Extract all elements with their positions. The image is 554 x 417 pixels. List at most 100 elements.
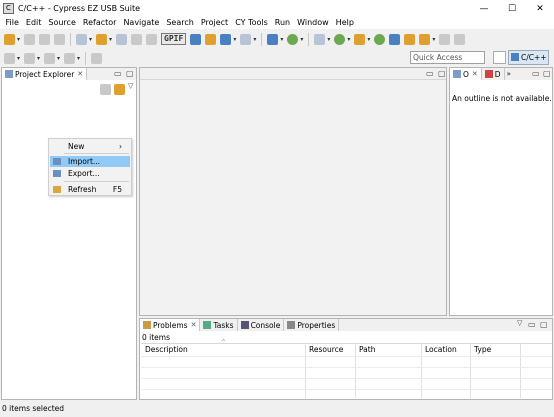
new-class-dropdown-icon[interactable]: ▾	[280, 36, 283, 43]
context-menu-export[interactable]: Export...	[50, 168, 130, 179]
pin-editor-icon[interactable]	[91, 52, 103, 64]
more-tabs-icon[interactable]: »	[507, 70, 511, 78]
maximize-view-icon[interactable]: ▢	[126, 69, 134, 79]
usb-config-icon[interactable]	[205, 33, 217, 45]
link-with-editor-icon[interactable]	[114, 84, 125, 95]
cypress-logo-icon[interactable]	[190, 33, 202, 45]
minimize-view-icon[interactable]: ▭	[426, 69, 434, 79]
tool-c-icon[interactable]	[404, 33, 416, 45]
project-explorer-header: Project Explorer ✕ ▭ ▢	[2, 68, 136, 80]
problems-table: Description ^ Resource Path Location Typ…	[141, 339, 552, 398]
menu-search[interactable]: Search	[163, 16, 197, 29]
menu-project[interactable]: Project	[197, 16, 231, 29]
hammer-dropdown-icon[interactable]: ▾	[109, 36, 112, 43]
new-class-icon[interactable]	[267, 33, 279, 45]
terminal-icon[interactable]	[240, 33, 252, 45]
menu-edit[interactable]: Edit	[22, 16, 45, 29]
tab-project-explorer[interactable]: Project Explorer ✕	[2, 68, 88, 80]
minimize-view-icon[interactable]: ▭	[532, 69, 540, 79]
menu-label: New	[68, 142, 85, 151]
title-bar: C C/C++ - Cypress EZ USB Suite — ☐ ✕	[0, 0, 554, 17]
device-icon[interactable]	[220, 33, 232, 45]
quick-access-input[interactable]: Quick Access	[410, 51, 485, 64]
maximize-button[interactable]: ☐	[498, 0, 526, 17]
build-dropdown-icon[interactable]: ▾	[89, 36, 92, 43]
collapse-all-icon[interactable]	[100, 84, 111, 95]
column-header-description: Description	[145, 345, 188, 354]
menu-window[interactable]: Window	[294, 16, 333, 29]
run-icon[interactable]	[334, 33, 346, 45]
forward-dropdown-icon[interactable]: ▾	[77, 55, 80, 62]
menu-navigate[interactable]: Navigate	[120, 16, 163, 29]
menu-source[interactable]: Source	[45, 16, 79, 29]
refresh-icon[interactable]	[287, 33, 299, 45]
back-dropdown-icon[interactable]: ▾	[57, 55, 60, 62]
next-annotation-dropdown-icon[interactable]: ▾	[17, 55, 20, 62]
terminal-dropdown-icon[interactable]: ▾	[253, 36, 256, 43]
tab-console[interactable]: Console	[237, 319, 285, 331]
new-dropdown-icon[interactable]: ▾	[17, 36, 20, 43]
tab-tasks[interactable]: Tasks	[200, 319, 238, 331]
external-tools-dropdown-icon[interactable]: ▾	[367, 36, 370, 43]
close-icon[interactable]: ✕	[191, 321, 197, 329]
tool-e-icon[interactable]	[439, 33, 451, 45]
device-dropdown-icon[interactable]: ▾	[233, 36, 236, 43]
outline-empty-message: An outline is not available.	[452, 94, 552, 103]
maximize-view-icon[interactable]: ▢	[543, 69, 551, 79]
maximize-view-icon[interactable]: ▢	[438, 69, 446, 79]
tool-d-dropdown-icon[interactable]: ▾	[432, 36, 435, 43]
maximize-view-icon[interactable]: ▢	[540, 320, 548, 330]
tab-problems[interactable]: Problems ✕	[140, 319, 201, 331]
project-explorer-panel: Project Explorer ✕ ▭ ▢ ▽	[1, 67, 137, 400]
context-menu-new[interactable]: New ›	[50, 141, 130, 152]
run-dropdown-icon[interactable]: ▾	[347, 36, 350, 43]
hammer-icon[interactable]	[96, 33, 108, 45]
close-button[interactable]: ✕	[526, 0, 554, 17]
import-icon	[53, 158, 61, 165]
print-icon[interactable]	[54, 33, 66, 45]
menu-run[interactable]: Run	[271, 16, 293, 29]
gpif-button[interactable]: GPIF	[161, 33, 187, 45]
tab-d[interactable]: D	[481, 68, 505, 80]
console-icon	[240, 321, 249, 329]
tool-a-icon[interactable]	[374, 33, 386, 45]
app-icon: C	[3, 3, 14, 14]
view-menu-icon[interactable]: ▽	[128, 82, 133, 90]
context-menu-refresh[interactable]: Refresh F5	[50, 184, 130, 195]
debug-dropdown-icon[interactable]: ▾	[327, 36, 330, 43]
build-icon[interactable]	[76, 33, 88, 45]
context-menu-import[interactable]: Import...	[50, 156, 130, 167]
save-icon[interactable]	[24, 33, 36, 45]
new-icon[interactable]	[4, 33, 15, 45]
refresh-dropdown-icon[interactable]: ▾	[300, 36, 303, 43]
gears-icon[interactable]	[146, 33, 158, 45]
previous-annotation-dropdown-icon[interactable]: ▾	[37, 55, 40, 62]
close-icon[interactable]: ✕	[472, 70, 478, 78]
gear-icon[interactable]	[131, 33, 143, 45]
tool-d-icon[interactable]	[419, 33, 431, 45]
minimize-button[interactable]: —	[470, 0, 498, 17]
forward-icon[interactable]	[64, 52, 76, 64]
save-all-icon[interactable]	[39, 33, 51, 45]
tool-b-icon[interactable]	[389, 33, 401, 45]
back-icon[interactable]	[44, 52, 56, 64]
previous-annotation-icon[interactable]	[24, 52, 36, 64]
tab-outline[interactable]: O ✕	[450, 68, 482, 80]
register-view-icon[interactable]	[116, 33, 128, 45]
tab-properties[interactable]: Properties	[284, 319, 340, 331]
menu-file[interactable]: File	[2, 16, 22, 29]
menu-refactor[interactable]: Refactor	[79, 16, 120, 29]
editor-area[interactable]: ▭ ▢	[139, 67, 447, 316]
tool-f-icon[interactable]	[454, 33, 466, 45]
perspective-cc-button[interactable]: C/C++	[508, 50, 549, 65]
debug-icon[interactable]	[314, 33, 326, 45]
menu-cy-tools[interactable]: CY Tools	[232, 16, 272, 29]
external-tools-icon[interactable]	[354, 33, 366, 45]
next-annotation-icon[interactable]	[4, 52, 15, 64]
menu-help[interactable]: Help	[332, 16, 357, 29]
close-icon[interactable]: ✕	[77, 70, 83, 78]
view-menu-icon[interactable]: ▽	[517, 319, 522, 327]
minimize-view-icon[interactable]: ▭	[114, 69, 122, 79]
open-perspective-icon[interactable]	[493, 51, 506, 64]
minimize-view-icon[interactable]: ▭	[528, 320, 536, 330]
